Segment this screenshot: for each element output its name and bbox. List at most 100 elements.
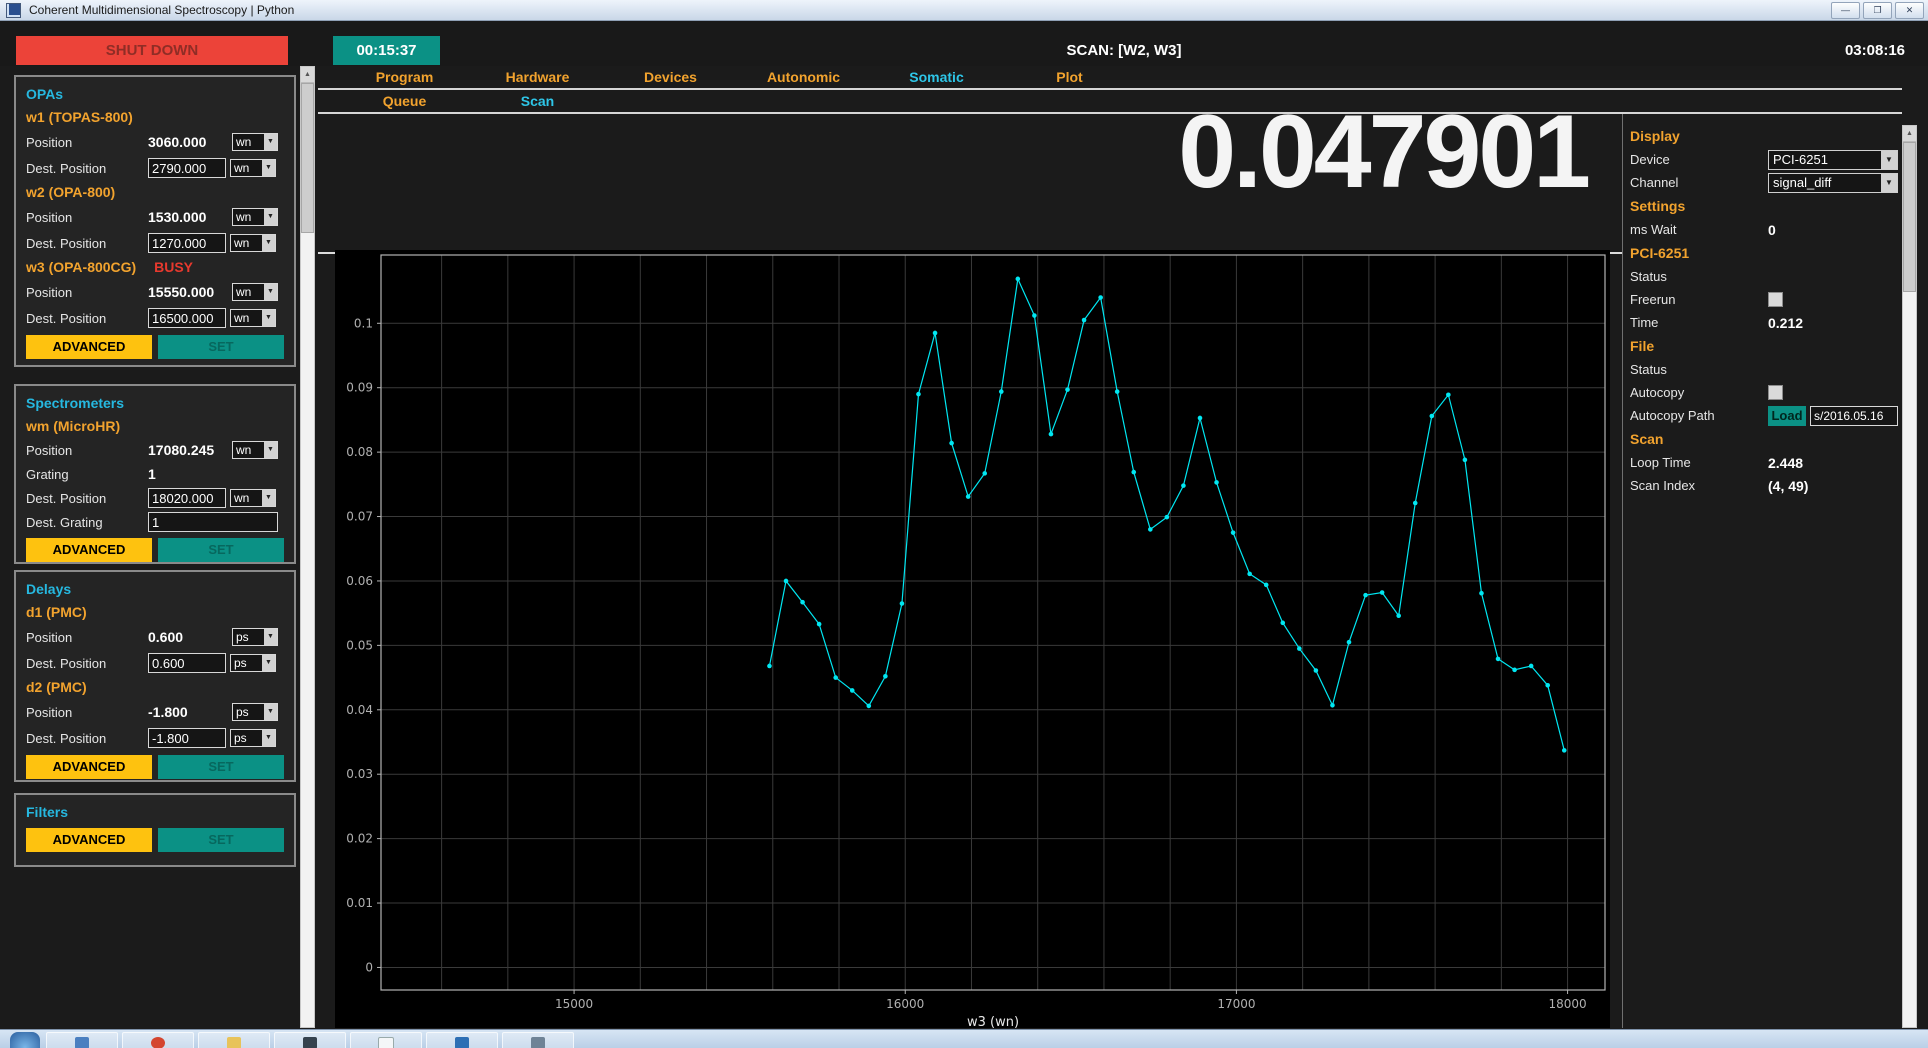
tab-queue[interactable]: Queue: [338, 91, 471, 112]
channel-label: Channel: [1630, 175, 1768, 190]
w3-dest-input[interactable]: [148, 308, 226, 328]
device-dropdown[interactable]: PCI-6251 ▼: [1768, 150, 1898, 170]
wm-dest-input[interactable]: [148, 488, 226, 508]
dropdown-arrow-icon[interactable]: ▼: [264, 442, 277, 458]
dropdown-arrow-icon[interactable]: ▼: [262, 490, 275, 506]
filters-set-button[interactable]: SET: [158, 828, 284, 852]
dropdown-arrow-icon[interactable]: ▼: [262, 730, 275, 746]
loop-time-value: 2.448: [1768, 455, 1803, 471]
pci-status-label: Status: [1630, 269, 1768, 284]
tab-devices[interactable]: Devices: [604, 67, 737, 88]
dropdown-arrow-icon[interactable]: ▼: [262, 310, 275, 326]
taskbar-button-browser[interactable]: [122, 1032, 194, 1048]
right-scrollbar[interactable]: ▲: [1902, 125, 1917, 1028]
d1-dest-input[interactable]: [148, 653, 226, 673]
svg-text:0.02: 0.02: [346, 832, 373, 846]
filters-advanced-button[interactable]: ADVANCED: [26, 828, 152, 852]
wm-dest-units-dropdown[interactable]: wn ▼: [230, 489, 276, 507]
dropdown-arrow-icon[interactable]: ▼: [262, 160, 275, 176]
w1-dest-input[interactable]: [148, 158, 226, 178]
spectrometers-header: Spectrometers: [26, 392, 284, 415]
scan-index-label: Scan Index: [1630, 478, 1768, 493]
dropdown-arrow-icon[interactable]: ▼: [262, 655, 275, 671]
d1-dest-units-dropdown[interactable]: ps ▼: [230, 654, 276, 672]
opas-set-button[interactable]: SET: [158, 335, 284, 359]
subtab-underline: [318, 112, 1902, 114]
w2-dest-input[interactable]: [148, 233, 226, 253]
autocopy-path-input[interactable]: [1810, 406, 1898, 426]
d2-dest-units-dropdown[interactable]: ps ▼: [230, 729, 276, 747]
left-scrollbar[interactable]: ▲: [300, 66, 315, 1028]
filters-header: Filters: [26, 801, 284, 824]
tab-somatic[interactable]: Somatic: [870, 67, 1003, 88]
autocopy-checkbox[interactable]: [1768, 385, 1783, 400]
taskbar-button-explorer[interactable]: [426, 1032, 498, 1048]
channel-dropdown[interactable]: signal_diff ▼: [1768, 173, 1898, 193]
tab-scan[interactable]: Scan: [471, 91, 604, 112]
w2-position-units-dropdown[interactable]: wn ▼: [232, 208, 278, 226]
d1-position-value: 0.600: [148, 629, 228, 645]
opas-advanced-button[interactable]: ADVANCED: [26, 335, 152, 359]
spectrometers-set-button[interactable]: SET: [158, 538, 284, 562]
w1-device-name: w1 (TOPAS-800): [26, 106, 284, 129]
tab-plot[interactable]: Plot: [1003, 67, 1136, 88]
dropdown-arrow-icon[interactable]: ▼: [1881, 151, 1897, 169]
filters-panel: Filters ADVANCED SET: [14, 793, 296, 867]
tab-autonomic[interactable]: Autonomic: [737, 67, 870, 88]
d2-dest-label: Dest. Position: [26, 731, 148, 746]
tab-hardware[interactable]: Hardware: [471, 67, 604, 88]
folder-icon: [227, 1037, 241, 1048]
freerun-checkbox[interactable]: [1768, 292, 1783, 307]
tab-program[interactable]: Program: [338, 67, 471, 88]
w1-dest-units-dropdown[interactable]: wn ▼: [230, 159, 276, 177]
delays-panel: Delays d1 (PMC) Position 0.600 ps ▼ Dest…: [14, 570, 296, 782]
dropdown-arrow-icon[interactable]: ▼: [1881, 174, 1897, 192]
scan-plot: 1500016000170001800000.010.020.030.040.0…: [335, 250, 1610, 1028]
taskbar-button-folder[interactable]: [198, 1032, 270, 1048]
taskbar-button-system[interactable]: [502, 1032, 574, 1048]
delays-advanced-button[interactable]: ADVANCED: [26, 755, 152, 779]
svg-text:0.03: 0.03: [346, 767, 373, 781]
scroll-up-icon[interactable]: ▲: [1903, 126, 1916, 142]
svg-text:0.07: 0.07: [346, 510, 373, 524]
delays-set-button[interactable]: SET: [158, 755, 284, 779]
load-path-button[interactable]: Load: [1768, 406, 1806, 426]
opas-header: OPAs: [26, 83, 284, 106]
minimize-button[interactable]: —: [1831, 2, 1860, 19]
right-scrollbar-thumb[interactable]: [1903, 142, 1916, 292]
d1-position-units-dropdown[interactable]: ps ▼: [232, 628, 278, 646]
scroll-up-icon[interactable]: ▲: [301, 67, 314, 83]
start-button[interactable]: [10, 1032, 40, 1048]
w2-dest-units-dropdown[interactable]: wn ▼: [230, 234, 276, 252]
w3-position-units-dropdown[interactable]: wn ▼: [232, 283, 278, 301]
dropdown-arrow-icon[interactable]: ▼: [264, 704, 277, 720]
scan-index-value: (4, 49): [1768, 478, 1808, 494]
dropdown-arrow-icon[interactable]: ▼: [264, 284, 277, 300]
maximize-button[interactable]: ❐: [1863, 2, 1892, 19]
w1-position-units-dropdown[interactable]: wn ▼: [232, 133, 278, 151]
loop-time-label: Loop Time: [1630, 455, 1768, 470]
taskbar-button-media[interactable]: [274, 1032, 346, 1048]
dropdown-arrow-icon[interactable]: ▼: [264, 209, 277, 225]
spectrometers-advanced-button[interactable]: ADVANCED: [26, 538, 152, 562]
dropdown-arrow-icon[interactable]: ▼: [262, 235, 275, 251]
shutdown-button[interactable]: SHUT DOWN: [16, 36, 288, 65]
system-clock: 03:08:16: [1845, 42, 1905, 59]
d2-position-units-dropdown[interactable]: ps ▼: [232, 703, 278, 721]
wm-position-units-dropdown[interactable]: wn ▼: [232, 441, 278, 459]
svg-text:0.1: 0.1: [354, 316, 373, 330]
wm-dest-grating-input[interactable]: [148, 512, 278, 532]
windows-taskbar: [0, 1029, 1928, 1048]
taskbar-button-app-window[interactable]: [46, 1032, 118, 1048]
left-scrollbar-thumb[interactable]: [301, 83, 314, 233]
dropdown-arrow-icon[interactable]: ▼: [264, 134, 277, 150]
svg-text:0.01: 0.01: [346, 896, 373, 910]
w1-dest-label: Dest. Position: [26, 161, 148, 176]
main-tab-bar: Program Hardware Devices Autonomic Somat…: [338, 67, 1136, 88]
dropdown-arrow-icon[interactable]: ▼: [264, 629, 277, 645]
d2-dest-input[interactable]: [148, 728, 226, 748]
app-window-icon: [75, 1037, 89, 1048]
w3-dest-units-dropdown[interactable]: wn ▼: [230, 309, 276, 327]
taskbar-button-document[interactable]: [350, 1032, 422, 1048]
close-button[interactable]: ✕: [1895, 2, 1924, 19]
